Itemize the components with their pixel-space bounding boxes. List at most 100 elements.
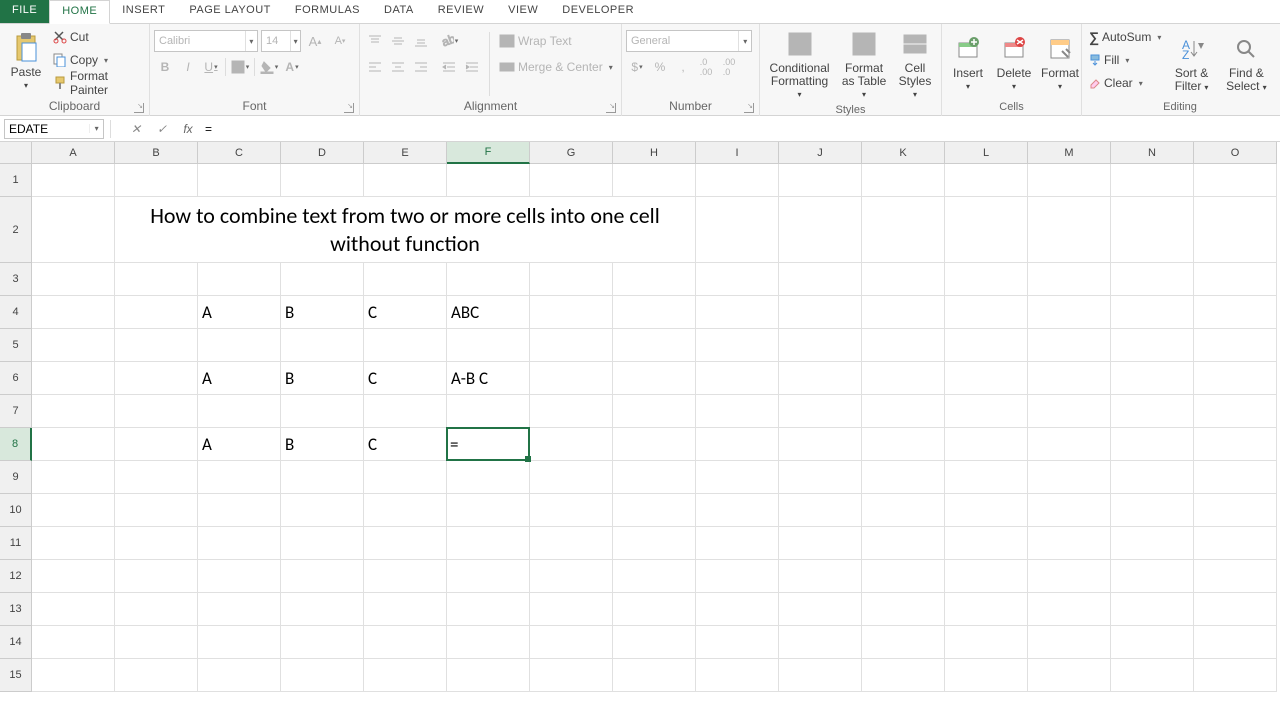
align-right-button[interactable] — [410, 56, 432, 78]
cell-C1[interactable] — [198, 164, 281, 197]
cell-O2[interactable] — [1194, 197, 1277, 263]
cell-F12[interactable] — [447, 560, 530, 593]
cell-D11[interactable] — [281, 527, 364, 560]
cell-G1[interactable] — [530, 164, 613, 197]
col-header-M[interactable]: M — [1028, 142, 1111, 164]
cell-N14[interactable] — [1111, 626, 1194, 659]
cell-H9[interactable] — [613, 461, 696, 494]
row-header-1[interactable]: 1 — [0, 164, 32, 197]
cell-H3[interactable] — [613, 263, 696, 296]
cell-J10[interactable] — [779, 494, 862, 527]
number-dialog-launcher[interactable]: ↘ — [744, 103, 754, 113]
cell-C14[interactable] — [198, 626, 281, 659]
accounting-format-button[interactable]: $ — [626, 56, 648, 78]
cell-J8[interactable] — [779, 428, 862, 461]
cell-A1[interactable] — [32, 164, 115, 197]
cell-O14[interactable] — [1194, 626, 1277, 659]
name-box[interactable]: ▾ — [4, 119, 104, 139]
cell-D14[interactable] — [281, 626, 364, 659]
cell-E15[interactable] — [364, 659, 447, 692]
find-select-button[interactable]: Find & Select ▾ — [1219, 26, 1274, 100]
cell-L7[interactable] — [945, 395, 1028, 428]
align-left-button[interactable] — [364, 56, 386, 78]
cell-M3[interactable] — [1028, 263, 1111, 296]
cell-I10[interactable] — [696, 494, 779, 527]
cell-G12[interactable] — [530, 560, 613, 593]
col-header-C[interactable]: C — [198, 142, 281, 164]
cell-G10[interactable] — [530, 494, 613, 527]
cell-I2[interactable] — [696, 197, 779, 263]
cell-A2[interactable] — [32, 197, 115, 263]
cell-C9[interactable] — [198, 461, 281, 494]
cell-E9[interactable] — [364, 461, 447, 494]
cell-D8[interactable]: B — [281, 428, 364, 461]
cell-N7[interactable] — [1111, 395, 1194, 428]
cell-O4[interactable] — [1194, 296, 1277, 329]
cell-B9[interactable] — [115, 461, 198, 494]
cell-G13[interactable] — [530, 593, 613, 626]
cell-H10[interactable] — [613, 494, 696, 527]
cell-K12[interactable] — [862, 560, 945, 593]
cell-J6[interactable] — [779, 362, 862, 395]
col-header-J[interactable]: J — [779, 142, 862, 164]
cell-K6[interactable] — [862, 362, 945, 395]
cell-M15[interactable] — [1028, 659, 1111, 692]
cell-A3[interactable] — [32, 263, 115, 296]
cell-F7[interactable] — [447, 395, 530, 428]
cell-C6[interactable]: A — [198, 362, 281, 395]
cell-J15[interactable] — [779, 659, 862, 692]
cell-B13[interactable] — [115, 593, 198, 626]
cell-E5[interactable] — [364, 329, 447, 362]
cell-K5[interactable] — [862, 329, 945, 362]
cell-F5[interactable] — [447, 329, 530, 362]
row-header-7[interactable]: 7 — [0, 395, 32, 428]
increase-indent-button[interactable] — [461, 56, 483, 78]
col-header-K[interactable]: K — [862, 142, 945, 164]
cell-C12[interactable] — [198, 560, 281, 593]
cell-N9[interactable] — [1111, 461, 1194, 494]
cell-N3[interactable] — [1111, 263, 1194, 296]
cell-G5[interactable] — [530, 329, 613, 362]
cell-A14[interactable] — [32, 626, 115, 659]
cell-K11[interactable] — [862, 527, 945, 560]
cell-H14[interactable] — [613, 626, 696, 659]
cell-K4[interactable] — [862, 296, 945, 329]
enter-formula-button[interactable]: ✓ — [149, 118, 175, 140]
cell-I8[interactable] — [696, 428, 779, 461]
fill-button[interactable]: Fill▾ — [1086, 49, 1164, 71]
col-header-O[interactable]: O — [1194, 142, 1277, 164]
cell-M9[interactable] — [1028, 461, 1111, 494]
cell-A8[interactable] — [32, 428, 115, 461]
cell-G14[interactable] — [530, 626, 613, 659]
cell-C8[interactable]: A — [198, 428, 281, 461]
cell-C11[interactable] — [198, 527, 281, 560]
cell-J2[interactable] — [779, 197, 862, 263]
tab-insert[interactable]: INSERT — [110, 0, 177, 23]
format-as-table-button[interactable]: Format as Table ▾ — [837, 26, 891, 103]
increase-font-button[interactable]: A▴ — [304, 30, 326, 52]
cell-L1[interactable] — [945, 164, 1028, 197]
cancel-formula-button[interactable]: ✕ — [123, 118, 149, 140]
sort-filter-button[interactable]: AZSort & Filter ▾ — [1166, 26, 1216, 100]
cell-F15[interactable] — [447, 659, 530, 692]
cell-A4[interactable] — [32, 296, 115, 329]
cell-M10[interactable] — [1028, 494, 1111, 527]
cell-N11[interactable] — [1111, 527, 1194, 560]
cell-L12[interactable] — [945, 560, 1028, 593]
row-header-5[interactable]: 5 — [0, 329, 32, 362]
cell-F3[interactable] — [447, 263, 530, 296]
decrease-font-button[interactable]: A▾ — [329, 30, 351, 52]
align-middle-button[interactable] — [387, 30, 409, 52]
cell-J11[interactable] — [779, 527, 862, 560]
cell-H12[interactable] — [613, 560, 696, 593]
cell-B7[interactable] — [115, 395, 198, 428]
cell-A9[interactable] — [32, 461, 115, 494]
col-header-I[interactable]: I — [696, 142, 779, 164]
cell-H11[interactable] — [613, 527, 696, 560]
cell-F1[interactable] — [447, 164, 530, 197]
cell-I11[interactable] — [696, 527, 779, 560]
cell-M7[interactable] — [1028, 395, 1111, 428]
cell-K8[interactable] — [862, 428, 945, 461]
align-top-button[interactable] — [364, 30, 386, 52]
col-header-H[interactable]: H — [613, 142, 696, 164]
